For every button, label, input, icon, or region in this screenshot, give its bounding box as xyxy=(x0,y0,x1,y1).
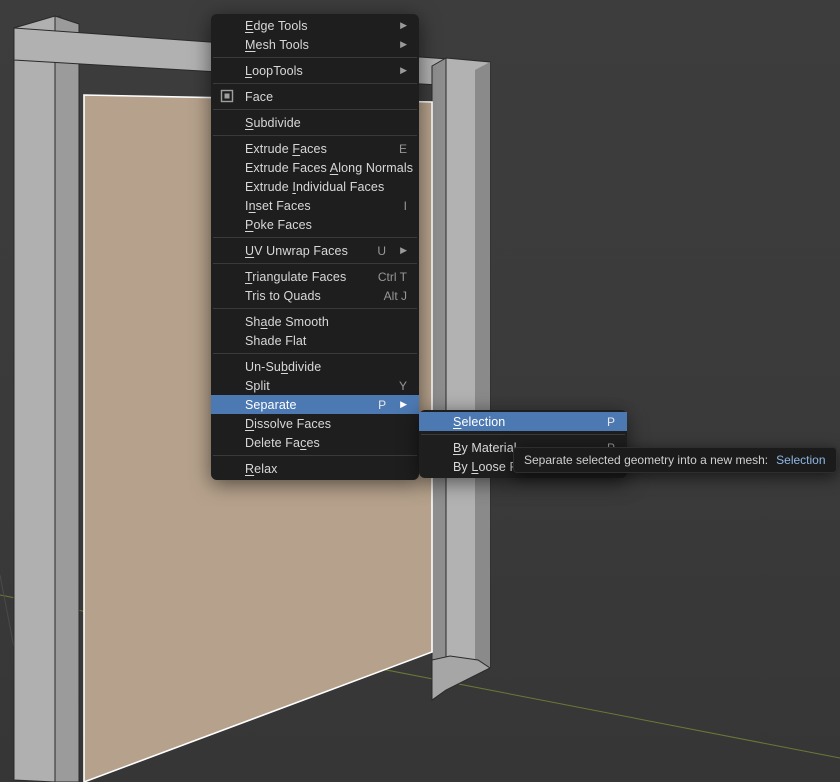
submenu-item-selection[interactable]: Selection P xyxy=(419,412,627,431)
shortcut-label: U xyxy=(377,244,386,258)
menu-item-face[interactable]: Face xyxy=(211,87,419,106)
menu-item-delete-faces[interactable]: Delete Faces xyxy=(211,433,419,452)
menu-item-label: Tris to Quads xyxy=(245,289,364,303)
menu-item-label: Face xyxy=(245,90,407,104)
3d-viewport[interactable] xyxy=(0,0,840,782)
menu-item-label: Extrude Faces xyxy=(245,142,379,156)
menu-item-shade-smooth[interactable]: Shade Smooth xyxy=(211,312,419,331)
menu-separator xyxy=(213,308,417,309)
menu-item-uv-unwrap[interactable]: UV Unwrap Faces U ▶ xyxy=(211,241,419,260)
menu-item-label: Split xyxy=(245,379,379,393)
menu-separator xyxy=(213,57,417,58)
menu-separator xyxy=(213,455,417,456)
menu-separator xyxy=(213,83,417,84)
menu-separator xyxy=(213,237,417,238)
menu-item-relax[interactable]: Relax xyxy=(211,459,419,478)
menu-item-subdivide[interactable]: Subdivide xyxy=(211,113,419,132)
menu-separator xyxy=(213,109,417,110)
menu-item-separate[interactable]: Separate P ▶ xyxy=(211,395,419,414)
menu-item-inset-faces[interactable]: Inset Faces I xyxy=(211,196,419,215)
shortcut-label: Y xyxy=(399,379,407,393)
menu-separator xyxy=(213,135,417,136)
submenu-arrow-icon: ▶ xyxy=(400,39,407,50)
submenu-arrow-icon: ▶ xyxy=(400,245,407,256)
menu-item-un-subdivide[interactable]: Un-Subdivide xyxy=(211,357,419,376)
menu-item-dissolve-faces[interactable]: Dissolve Faces xyxy=(211,414,419,433)
shortcut-label: Alt J xyxy=(384,289,407,303)
menu-item-split[interactable]: Split Y xyxy=(211,376,419,395)
menu-item-extrude-faces[interactable]: Extrude Faces E xyxy=(211,139,419,158)
menu-item-triangulate[interactable]: Triangulate Faces Ctrl T xyxy=(211,267,419,286)
menu-item-label: Shade Flat xyxy=(245,334,407,348)
shortcut-label: I xyxy=(404,199,407,213)
menu-item-label: Separate xyxy=(245,398,358,412)
menu-item-label: Shade Smooth xyxy=(245,315,407,329)
face-mode-icon xyxy=(219,88,235,104)
menu-item-label: Extrude Individual Faces xyxy=(245,180,407,194)
tooltip-description: Separate selected geometry into a new me… xyxy=(524,453,768,467)
menu-item-label: Delete Faces xyxy=(245,436,407,450)
menu-item-looptools[interactable]: LoopTools ▶ xyxy=(211,61,419,80)
submenu-arrow-icon: ▶ xyxy=(400,20,407,31)
menu-item-label: Un-Subdivide xyxy=(245,360,407,374)
menu-separator xyxy=(213,263,417,264)
menu-item-label: Inset Faces xyxy=(245,199,384,213)
menu-separator xyxy=(213,353,417,354)
submenu-arrow-icon: ▶ xyxy=(400,65,407,76)
shortcut-label: P xyxy=(607,415,615,429)
menu-item-extrude-individual[interactable]: Extrude Individual Faces xyxy=(211,177,419,196)
menu-item-label: Extrude Faces Along Normals xyxy=(245,161,413,175)
menu-item-edge-tools[interactable]: Edge Tools ▶ xyxy=(211,16,419,35)
menu-item-extrude-along-normals[interactable]: Extrude Faces Along Normals xyxy=(211,158,419,177)
menu-item-tris-to-quads[interactable]: Tris to Quads Alt J xyxy=(211,286,419,305)
tooltip: Separate selected geometry into a new me… xyxy=(513,447,837,473)
menu-item-shade-flat[interactable]: Shade Flat xyxy=(211,331,419,350)
menu-item-poke-faces[interactable]: Poke Faces xyxy=(211,215,419,234)
submenu-arrow-icon: ▶ xyxy=(400,399,407,410)
shortcut-label: E xyxy=(399,142,407,156)
tooltip-operator-name: Selection xyxy=(776,453,825,467)
shortcut-label: P xyxy=(378,398,386,412)
menu-item-mesh-tools[interactable]: Mesh Tools ▶ xyxy=(211,35,419,54)
face-context-menu: Edge Tools ▶ Mesh Tools ▶ LoopTools ▶ Fa… xyxy=(211,14,419,480)
shortcut-label: Ctrl T xyxy=(378,270,407,284)
menu-separator xyxy=(421,434,625,435)
